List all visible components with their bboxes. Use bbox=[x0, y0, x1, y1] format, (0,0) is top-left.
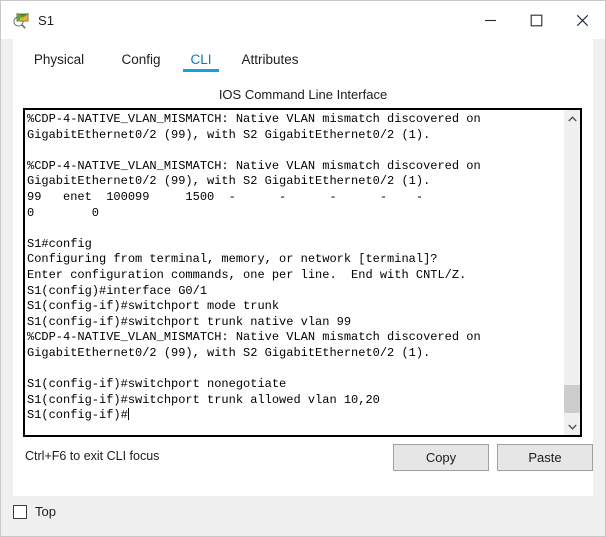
window-titlebar: S1 bbox=[1, 1, 605, 39]
tab-attributes[interactable]: Attributes bbox=[225, 49, 315, 67]
switch-magnifier-icon bbox=[12, 11, 30, 29]
copy-button[interactable]: Copy bbox=[393, 444, 489, 471]
cli-output-text[interactable]: %CDP-4-NATIVE_VLAN_MISMATCH: Native VLAN… bbox=[25, 110, 563, 435]
close-button[interactable] bbox=[559, 1, 605, 39]
minimize-button[interactable] bbox=[467, 1, 513, 39]
minimize-icon bbox=[484, 19, 496, 21]
tab-cli[interactable]: CLI bbox=[177, 49, 225, 72]
tab-config[interactable]: Config bbox=[105, 49, 177, 67]
window-controls bbox=[467, 1, 605, 39]
chevron-down-icon bbox=[568, 424, 577, 430]
tab-bar: Physical Config CLI Attributes bbox=[13, 49, 315, 83]
top-checkbox[interactable] bbox=[13, 504, 27, 519]
paste-button[interactable]: Paste bbox=[497, 444, 593, 471]
scroll-down-button[interactable] bbox=[564, 418, 580, 435]
window-footer: Top bbox=[1, 496, 605, 536]
maximize-button[interactable] bbox=[513, 1, 559, 39]
text-cursor bbox=[127, 408, 129, 421]
top-checkbox-label: Top bbox=[35, 504, 56, 519]
scrollbar-thumb[interactable] bbox=[564, 385, 580, 413]
window-title: S1 bbox=[38, 12, 55, 28]
section-title: IOS Command Line Interface bbox=[218, 87, 388, 102]
maximize-icon bbox=[530, 14, 542, 26]
tab-physical[interactable]: Physical bbox=[13, 49, 105, 67]
chevron-up-icon bbox=[568, 115, 577, 121]
cli-focus-hint: Ctrl+F6 to exit CLI focus bbox=[25, 449, 160, 463]
titlebar-left-group: S1 bbox=[12, 1, 54, 39]
cli-terminal[interactable]: %CDP-4-NATIVE_VLAN_MISMATCH: Native VLAN… bbox=[23, 108, 582, 437]
cli-scrollbar[interactable] bbox=[563, 110, 580, 435]
scroll-up-button[interactable] bbox=[564, 110, 580, 127]
device-config-window: S1 Physical Config CLI Attributes IOS Co… bbox=[0, 0, 606, 537]
close-icon bbox=[576, 14, 588, 26]
content-panel: Physical Config CLI Attributes IOS Comma… bbox=[13, 39, 593, 496]
top-checkbox-row[interactable]: Top bbox=[13, 504, 56, 519]
